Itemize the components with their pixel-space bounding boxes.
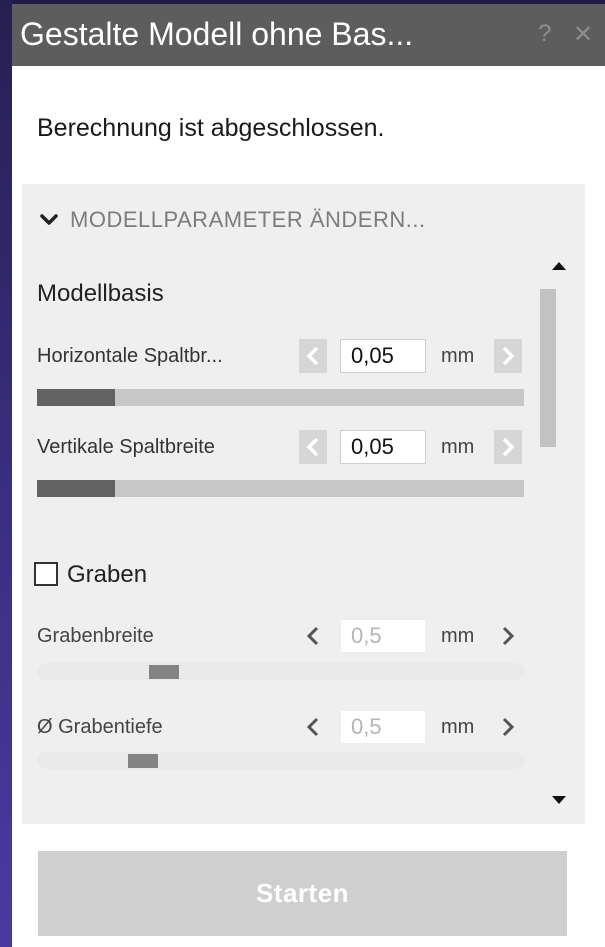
trench-width-input[interactable]: [340, 619, 426, 653]
trench-width-unit: mm: [441, 625, 475, 647]
trench-width-label: Grabenbreite: [37, 625, 154, 647]
chevron-left-icon: [306, 437, 319, 457]
vertical-gap-input[interactable]: [340, 430, 426, 464]
model-parameters-panel: MODELLPARAMETER ÄNDERN... Modellbasis Ho…: [22, 184, 585, 824]
trench-checkbox[interactable]: [34, 562, 58, 586]
vertical-gap-label: Vertikale Spaltbreite: [37, 436, 215, 458]
chevron-right-icon: [502, 717, 515, 737]
chevron-right-icon: [502, 437, 515, 457]
trench-depth-slider[interactable]: [37, 752, 524, 769]
chevron-left-icon: [306, 717, 319, 737]
vertical-gap-unit: mm: [441, 436, 475, 458]
window-title: Gestalte Modell ohne Bas...: [20, 16, 414, 52]
section-title-modellbasis: Modellbasis: [37, 280, 164, 307]
dialog-window: Gestalte Modell ohne Bas... ? ✕ Berechnu…: [12, 4, 605, 947]
horizontal-gap-increment-button[interactable]: [494, 339, 522, 373]
trench-depth-slider-thumb[interactable]: [128, 754, 158, 768]
vertical-gap-increment-button[interactable]: [494, 430, 522, 464]
vertical-gap-decrement-button[interactable]: [299, 430, 327, 464]
vertical-gap-slider-fill: [37, 480, 115, 497]
trench-depth-input[interactable]: [340, 710, 426, 744]
scroll-down-arrow-icon[interactable]: [552, 796, 566, 804]
panel-header[interactable]: MODELLPARAMETER ÄNDERN...: [40, 202, 426, 238]
trench-depth-increment-button[interactable]: [494, 710, 522, 744]
trench-width-slider-thumb[interactable]: [149, 665, 179, 679]
chevron-right-icon: [502, 346, 515, 366]
trench-width-decrement-button[interactable]: [299, 619, 327, 653]
trench-depth-unit: mm: [441, 716, 475, 738]
trench-width-increment-button[interactable]: [494, 619, 522, 653]
chevron-down-icon: [40, 213, 58, 227]
help-icon[interactable]: ?: [538, 20, 551, 48]
horizontal-gap-slider[interactable]: [37, 389, 524, 406]
close-icon[interactable]: ✕: [573, 20, 593, 49]
chevron-left-icon: [306, 626, 319, 646]
panel-header-label: MODELLPARAMETER ÄNDERN...: [70, 207, 426, 232]
chevron-left-icon: [306, 346, 319, 366]
status-text: Berechnung ist abgeschlossen.: [37, 114, 385, 142]
trench-depth-label: Ø Grabentiefe: [37, 716, 163, 738]
trench-width-slider[interactable]: [37, 663, 524, 680]
horizontal-gap-slider-fill: [37, 389, 115, 406]
scroll-up-arrow-icon[interactable]: [552, 262, 566, 270]
scrollbar-thumb[interactable]: [540, 289, 556, 447]
horizontal-gap-label: Horizontale Spaltbr...: [37, 345, 223, 367]
horizontal-gap-decrement-button[interactable]: [299, 339, 327, 373]
trench-checkbox-label: Graben: [67, 561, 148, 588]
horizontal-gap-unit: mm: [441, 345, 475, 367]
vertical-gap-slider[interactable]: [37, 480, 524, 497]
trench-depth-decrement-button[interactable]: [299, 710, 327, 744]
chevron-right-icon: [502, 626, 515, 646]
window-frame-edge: [0, 0, 12, 947]
title-bar[interactable]: Gestalte Modell ohne Bas... ? ✕: [12, 4, 605, 66]
start-button[interactable]: Starten: [38, 851, 567, 936]
horizontal-gap-input[interactable]: [340, 339, 426, 373]
